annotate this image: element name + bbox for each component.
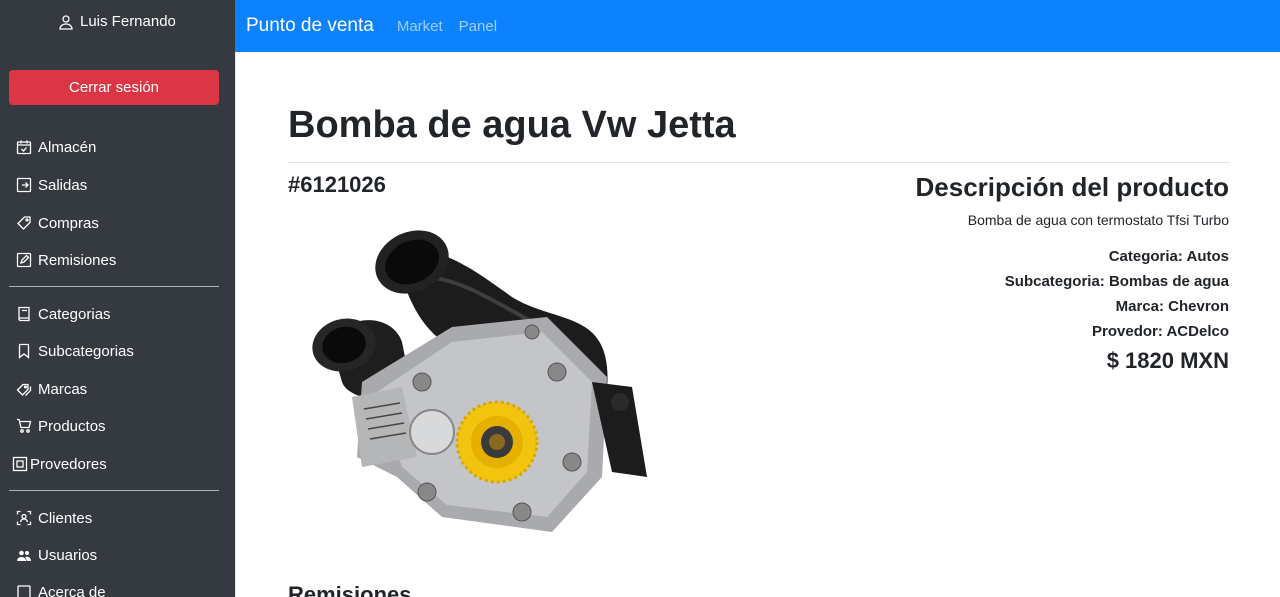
sidebar-item-remisiones[interactable]: Remisiones bbox=[16, 248, 116, 272]
sidebar-item-label: Usuarios bbox=[38, 546, 98, 564]
sidebar-item-label: Subcategorias bbox=[38, 342, 134, 360]
box-icon bbox=[12, 456, 28, 472]
sidebar-divider bbox=[9, 286, 219, 287]
nav-link-market[interactable]: Market bbox=[397, 18, 443, 35]
sidebar-item-compras[interactable]: Compras bbox=[16, 211, 99, 235]
nav-link-panel[interactable]: Panel bbox=[459, 18, 497, 35]
user-name: Luis Fernando bbox=[80, 13, 176, 30]
description-heading: Descripción del producto bbox=[915, 172, 1230, 202]
sidebar-item-label: Productos bbox=[38, 417, 106, 435]
book-icon bbox=[18, 306, 30, 322]
product-category: Categoria: Autos bbox=[1108, 248, 1229, 265]
sidebar-item-subcategorias[interactable]: Subcategorias bbox=[16, 339, 134, 363]
tag-icon bbox=[17, 216, 31, 230]
person-icon bbox=[59, 14, 73, 30]
product-image bbox=[312, 230, 647, 532]
sidebar-item-label: Acerca de bbox=[38, 583, 106, 597]
edit-icon bbox=[16, 252, 32, 268]
exit-icon bbox=[16, 177, 32, 193]
people-icon bbox=[17, 550, 31, 561]
user-info[interactable]: Luis Fernando bbox=[58, 13, 176, 30]
calendar-icon bbox=[16, 140, 32, 155]
section-heading-remisiones: Remisiones bbox=[288, 582, 412, 597]
sidebar-item-label: Salidas bbox=[38, 176, 88, 194]
sidebar-item-label: Marcas bbox=[38, 380, 88, 398]
product-sku: #6121026 bbox=[288, 172, 386, 197]
sidebar-item-provedores[interactable]: Provedores bbox=[12, 452, 107, 476]
sidebar-item-categorias[interactable]: Categorias bbox=[16, 302, 111, 326]
product-price: $ 1820 MXN bbox=[1106, 348, 1229, 373]
title-divider bbox=[288, 162, 1230, 163]
sidebar-item-salidas[interactable]: Salidas bbox=[16, 173, 87, 197]
tags-icon bbox=[16, 383, 32, 396]
person-frame-icon bbox=[16, 510, 32, 526]
sidebar-item-label: Clientes bbox=[38, 509, 93, 527]
product-brand: Marca: Chevron bbox=[1115, 298, 1229, 315]
sidebar-item-almacen[interactable]: Almacén bbox=[16, 135, 96, 159]
bookmark-icon bbox=[18, 343, 30, 359]
product-title: Bomba de agua Vw Jetta bbox=[288, 104, 736, 146]
sidebar-item-label: Remisiones bbox=[38, 251, 117, 269]
sidebar-item-marcas[interactable]: Marcas bbox=[16, 377, 87, 401]
sidebar-item-label: Provedores bbox=[30, 455, 107, 473]
main-content: Bomba de agua Vw Jetta #6121026 Descripc… bbox=[235, 52, 1280, 597]
square-icon bbox=[17, 585, 31, 597]
sidebar-item-label: Compras bbox=[38, 214, 99, 232]
logout-button[interactable]: Cerrar sesión bbox=[9, 70, 219, 105]
sidebar-item-acerca[interactable]: Acerca de bbox=[16, 580, 106, 597]
sidebar-divider bbox=[9, 490, 219, 491]
product-description: Bomba de agua con termostato Tfsi Turbo bbox=[967, 212, 1229, 228]
sidebar-item-usuarios[interactable]: Usuarios bbox=[16, 543, 97, 567]
sidebar-item-label: Categorias bbox=[38, 305, 111, 323]
sidebar-item-productos[interactable]: Productos bbox=[16, 414, 106, 438]
top-navbar: Punto de venta Market Panel bbox=[235, 0, 1280, 52]
navbar-brand[interactable]: Punto de venta bbox=[246, 15, 374, 37]
product-subcategory: Subcategoria: Bombas de agua bbox=[1004, 273, 1229, 290]
sidebar-item-label: Almacén bbox=[38, 138, 97, 156]
product-provider: Provedor: ACDelco bbox=[1092, 323, 1229, 340]
sidebar-item-clientes[interactable]: Clientes bbox=[16, 506, 92, 530]
cart-icon bbox=[17, 418, 32, 433]
sidebar: Luis Fernando Cerrar sesión Almacén Sali… bbox=[0, 0, 235, 597]
